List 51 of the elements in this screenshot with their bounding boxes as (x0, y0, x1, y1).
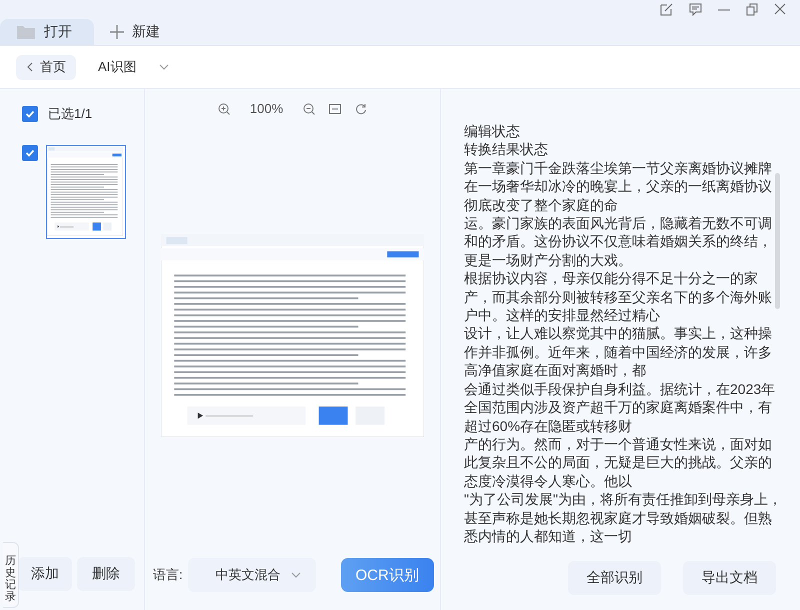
restore-icon[interactable] (746, 3, 758, 16)
history-tab[interactable]: 历史记录 (3, 542, 19, 608)
result-text-line: 产的行为。然而，对于一个普通女性来说，面对如 (464, 434, 773, 454)
mode-dropdown[interactable]: AI识图 (92, 57, 176, 77)
tab[interactable]: 新建 (94, 19, 182, 45)
rotate-icon[interactable] (355, 102, 368, 114)
result-text-line: 超过60%存在隐匿或转移财 (464, 416, 634, 435)
result-text-line: 产，而其余部分则被转移至父亲名下的多个海外账 (464, 288, 773, 306)
result-text-line: 设计，让人难以察觉其中的猫腻。事实上，这种操 (464, 324, 773, 343)
selection-count: 已选1/1 (48, 105, 92, 123)
language-label: 语言: (153, 566, 183, 584)
result-text-line: 会通过类似手段保护自身利益。据统计，在2023年 (464, 380, 776, 398)
result-text-line: 作并非孤例。近年来，随着中国经济的发展，许多 (464, 342, 773, 362)
result-text-line: 悉内情的人都知道，这一切 (464, 526, 633, 546)
checkmark-icon (25, 148, 35, 158)
plus-icon (110, 25, 124, 39)
checkmark-icon (25, 109, 35, 119)
result-text-line: 彻底改变了整个家庭的命 (464, 196, 619, 214)
result-button[interactable]: 全部识别 (568, 561, 661, 595)
result-text-line: "为了公司发展"为由，将所有责任推卸到母亲身上， (464, 490, 783, 509)
page-button[interactable]: 删除 (77, 557, 135, 591)
result-text-line: 态度冷漠得令人寒心。他以 (464, 472, 633, 490)
result-text-line: 和的矛盾。这份协议不仅意味着婚姻关系的终结， (464, 232, 773, 251)
result-text-line: 第一章豪门千金跌落尘埃第一节父亲离婚协议摊牌 (464, 158, 773, 178)
back-chevron-icon (26, 62, 34, 72)
edit-icon[interactable] (660, 3, 673, 16)
result-text-line: 根据协议内容，母亲仅能分得不足十分之一的家 (464, 269, 759, 288)
close-icon[interactable] (774, 3, 786, 16)
result-text-line: 甚至声称是她长期忽视家庭才导致婚姻破裂。但熟 (464, 508, 773, 527)
select-all-checkbox[interactable] (22, 106, 38, 122)
page-checkbox[interactable] (22, 145, 38, 161)
result-text-line: 编辑状态 (464, 122, 521, 140)
result-text-line: 户中。这样的安排显然经过精心 (464, 306, 661, 324)
folder-icon (16, 24, 36, 40)
result-text-line: 高净值家庭在面对离婚时，都 (464, 361, 647, 380)
zoom-out-icon[interactable] (303, 102, 316, 114)
tab[interactable]: 打开 (0, 19, 94, 45)
home-button[interactable]: 首页 (16, 54, 76, 80)
zoom-level: 100% (248, 101, 284, 116)
fit-icon[interactable] (329, 104, 342, 114)
result-text-line: 转换结果状态 (464, 140, 549, 159)
result-text-line: 此复杂且不公的局面，无疑是巨大的挑战。父亲的 (464, 453, 773, 472)
result-text-line: 更是一场财产分割的大戏。 (464, 250, 633, 270)
zoom-in-icon[interactable] (218, 102, 230, 114)
page-button[interactable]: 添加 (18, 557, 72, 591)
comment-icon[interactable] (689, 3, 702, 16)
language-dropdown[interactable]: 中英文混合 (188, 558, 316, 592)
result-text-line: 在一场奢华却冰冷的晚宴上，父亲的一纸离婚协议 (464, 177, 773, 196)
result-text-line: 运。豪门家族的表面风光背后，隐藏着无数不可调 (464, 214, 773, 232)
result-button[interactable]: 导出文档 (683, 561, 776, 595)
result-text-line: 全国范围内涉及资产超千万的家庭离婚案件中，有 (464, 398, 773, 416)
